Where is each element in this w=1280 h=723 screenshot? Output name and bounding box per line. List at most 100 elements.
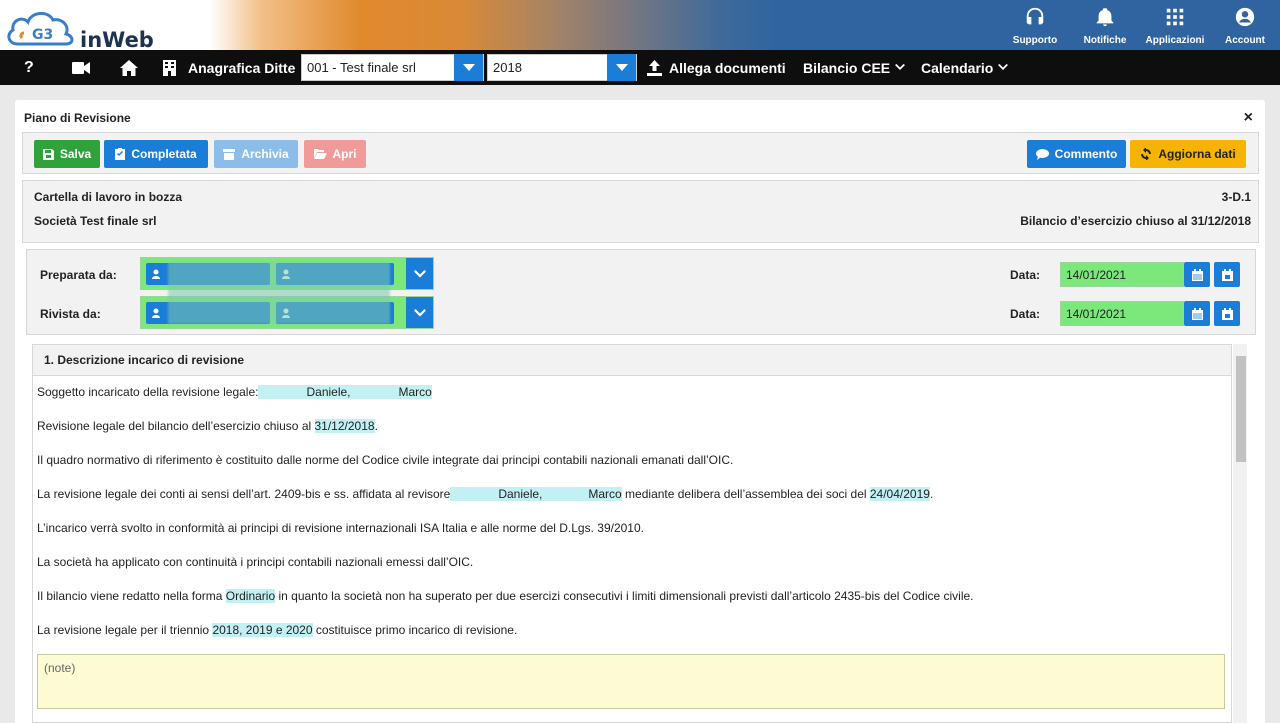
main-navbar: ? Anagrafica Ditte Allega documenti Bila…: [0, 50, 1280, 85]
section-title: 1. Descrizione incarico di revisione: [33, 345, 1231, 376]
aggiorna-dati-button[interactable]: Aggiorna dati: [1130, 140, 1246, 168]
comment-icon: [1035, 148, 1049, 160]
calendar-today-icon[interactable]: [1214, 262, 1240, 287]
video-camera-icon: [72, 61, 90, 74]
help-button[interactable]: ?: [24, 50, 34, 85]
app-logo[interactable]: G3 inWeb: [4, 6, 164, 52]
rivista-date-input[interactable]: 14/01/2021: [1060, 301, 1184, 326]
redacted-names: [168, 262, 390, 324]
paragraph: Il quadro normativo di riferimento è cos…: [37, 453, 734, 467]
calendario-label: Calendario: [921, 59, 994, 76]
save-label: Salva: [59, 147, 92, 161]
chevron-down-icon[interactable]: [406, 297, 433, 328]
apps-grid-icon: [1166, 8, 1184, 26]
svg-text:G3: G3: [32, 27, 53, 43]
support-label: Supporto: [1012, 35, 1058, 46]
cloud-logo-icon: G3: [7, 12, 74, 46]
save-button[interactable]: Salva: [34, 140, 100, 168]
home-icon: [120, 59, 138, 76]
company-select[interactable]: 001 - Test finale srl: [301, 54, 484, 81]
aggiorna-dati-label: Aggiorna dati: [1158, 147, 1236, 161]
calendar-icon[interactable]: [1184, 262, 1210, 287]
commento-label: Commento: [1054, 147, 1118, 161]
applications-button[interactable]: Applicazioni: [1140, 0, 1210, 50]
headset-icon: [1026, 7, 1044, 25]
user-icon: [152, 269, 160, 279]
years-highlight: 2018, 2019 e 2020: [212, 623, 313, 637]
company-select-value: 001 - Test finale srl: [307, 60, 416, 75]
auditor-name: Daniele,: [450, 487, 543, 501]
clipboard-check-icon: [115, 148, 126, 160]
floppy-disk-icon: [42, 148, 54, 160]
date-highlight: 24/04/2019: [869, 487, 930, 501]
modal-title: Piano di Revisione: [24, 111, 131, 125]
paragraph: Revisione legale del bilancio dell’eserc…: [37, 419, 378, 433]
bell-icon: [1096, 8, 1114, 27]
building-icon: [163, 59, 176, 76]
allega-documenti-link[interactable]: Allega documenti: [647, 50, 786, 85]
refresh-icon: [1141, 148, 1152, 160]
descrizione-incarico-section: 1. Descrizione incarico di revisione Sog…: [32, 344, 1232, 723]
scrollbar-thumb[interactable]: [1236, 356, 1246, 462]
auditor-name: Daniele,: [258, 385, 351, 399]
balance-period: Bilancio d’esercizio chiuso al 31/12/201…: [1020, 214, 1251, 228]
app-name: inWeb: [80, 28, 154, 52]
notifications-button[interactable]: Notifiche: [1070, 0, 1140, 50]
account-label: Account: [1225, 35, 1265, 46]
anagrafica-ditte-link[interactable]: Anagrafica Ditte: [163, 50, 295, 85]
paragraph: La revisione legale per il triennio 2018…: [37, 623, 518, 637]
auditor-name: Marco: [350, 385, 432, 399]
status-text: Cartella di lavoro in bozza: [34, 190, 183, 204]
preparata-date-input[interactable]: 14/01/2021: [1060, 262, 1184, 287]
apri-button[interactable]: Apri: [304, 140, 366, 168]
preparata-label: Preparata da:: [40, 268, 117, 282]
chevron-down-icon[interactable]: [406, 258, 433, 289]
document-code: 3-D.1: [1221, 190, 1251, 204]
folder-open-icon: [313, 149, 327, 159]
anagrafica-ditte-label: Anagrafica Ditte: [188, 59, 296, 76]
scrollbar[interactable]: [1233, 344, 1247, 723]
calendario-menu[interactable]: Calendario: [921, 50, 1009, 85]
apri-label: Apri: [332, 147, 357, 161]
caret-down-icon[interactable]: [607, 54, 636, 81]
user-circle-icon: [1235, 7, 1255, 27]
year-select-value: 2018: [493, 60, 522, 75]
caret-down-icon[interactable]: [454, 54, 483, 81]
help-label: ?: [24, 58, 34, 76]
completata-button[interactable]: Completata: [104, 140, 208, 168]
action-toolbar: Salva Completata Archivia Apri Commento …: [22, 132, 1259, 174]
support-button[interactable]: Supporto: [1000, 0, 1070, 50]
company-name: Società Test finale srl: [34, 214, 157, 228]
completata-label: Completata: [131, 147, 197, 161]
top-header: G3 inWeb Supporto Notifiche Applicazioni…: [0, 0, 1280, 52]
auditor-name: Marco: [542, 487, 622, 501]
rivista-label: Rivista da:: [40, 307, 101, 321]
date-highlight: 31/12/2018: [314, 419, 375, 433]
paragraph: La revisione legale dei conti ai sensi d…: [37, 487, 934, 501]
account-button[interactable]: Account: [1210, 0, 1280, 50]
calendar-icon[interactable]: [1184, 301, 1210, 326]
archivia-label: Archivia: [241, 147, 289, 161]
home-button[interactable]: [120, 50, 138, 85]
bilancio-cee-menu[interactable]: Bilancio CEE: [803, 50, 906, 85]
paragraph: La società ha applicato con continuità i…: [37, 555, 474, 569]
calendar-today-icon[interactable]: [1214, 301, 1240, 326]
commento-button[interactable]: Commento: [1027, 140, 1126, 168]
form-highlight: Ordinario: [225, 589, 276, 603]
year-select[interactable]: 2018: [487, 54, 637, 81]
notes-textarea[interactable]: (note): [37, 654, 1225, 709]
notifications-label: Notifiche: [1083, 35, 1127, 46]
paragraph: Il bilancio viene redatto nella forma Or…: [37, 589, 974, 603]
chevron-down-icon: [895, 64, 906, 70]
upload-icon: [647, 59, 662, 76]
paragraph: L’incarico verrà svolto in conformità ai…: [37, 521, 644, 535]
video-button[interactable]: [72, 50, 90, 85]
applications-label: Applicazioni: [1145, 35, 1205, 46]
close-icon[interactable]: ×: [1244, 109, 1253, 127]
user-icon: [152, 308, 160, 318]
archivia-button[interactable]: Archivia: [214, 140, 298, 168]
document-info: Cartella di lavoro in bozza 3-D.1 Societ…: [22, 180, 1259, 243]
paragraph: Soggetto incaricato della revisione lega…: [37, 385, 432, 399]
bilancio-cee-label: Bilancio CEE: [803, 59, 891, 76]
data-label: Data:: [1010, 307, 1041, 321]
